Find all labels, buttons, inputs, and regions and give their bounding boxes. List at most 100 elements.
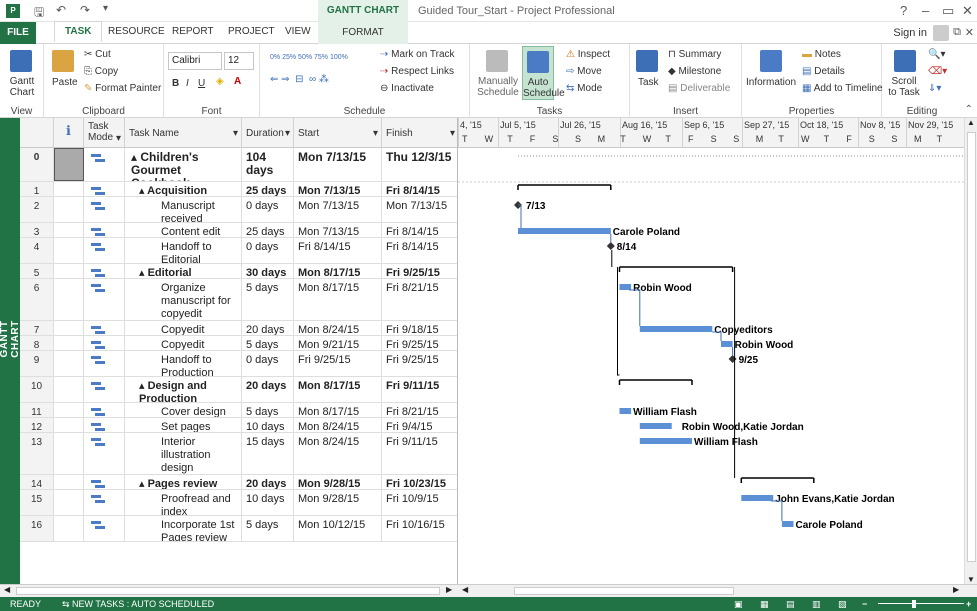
scroll-left-icon[interactable]: ◀ (462, 585, 468, 594)
gantt-view-shortcut-icon[interactable]: ▦ (760, 599, 769, 610)
indicator-cell[interactable] (54, 490, 84, 515)
format-painter-button[interactable]: ✎ Format Painter (84, 83, 161, 94)
insert-task-button[interactable]: Task (638, 77, 659, 88)
table-row[interactable]: 13 Interior illustration design 15 days Mon 8… (20, 433, 457, 475)
grid-horizontal-scrollbar[interactable]: ◀ ▶ (0, 584, 458, 597)
finish-cell[interactable]: Thu 12/3/15 (382, 148, 457, 181)
task-name-cell[interactable]: Manuscript received (125, 197, 242, 222)
indicator-cell[interactable] (54, 279, 84, 320)
gantt-chart-button[interactable]: Gantt Chart (4, 76, 40, 98)
tab-view[interactable]: VIEW (285, 26, 311, 37)
indicator-cell[interactable] (54, 197, 84, 222)
duration-cell[interactable]: 0 days (242, 197, 294, 222)
row-id[interactable]: 16 (20, 516, 54, 541)
duration-cell[interactable]: 20 days (242, 377, 294, 402)
table-row[interactable]: 7 Copyedit 20 days Mon 8/24/15 Fri 9/18/15 (20, 321, 457, 336)
new-tasks-mode[interactable]: ⇆ NEW TASKS : AUTO SCHEDULED (62, 599, 214, 610)
scroll-up-icon[interactable]: ▲ (967, 118, 975, 127)
paste-button[interactable]: Paste (52, 77, 78, 88)
task-mode-cell[interactable] (84, 336, 125, 350)
gantt-scroll-thumb[interactable] (514, 587, 734, 595)
row-id[interactable]: 11 (20, 403, 54, 417)
indicator-cell[interactable] (54, 351, 84, 376)
start-cell[interactable]: Mon 7/13/15 (294, 223, 382, 237)
font-size-combo[interactable]: 12 (224, 52, 254, 70)
scroll-right-icon[interactable]: ▶ (953, 585, 959, 594)
pct-25[interactable]: 25% (282, 54, 296, 61)
duration-cell[interactable]: 30 days (242, 264, 294, 278)
start-header[interactable]: Start ▾ (294, 118, 382, 148)
tab-resource[interactable]: RESOURCE (108, 26, 165, 37)
zoom-slider-thumb[interactable] (912, 600, 916, 608)
duration-cell[interactable]: 20 days (242, 321, 294, 335)
table-row[interactable]: 4 Handoff to Editorial 0 days Fri 8/14/15 Fri… (20, 238, 457, 264)
finish-cell[interactable]: Fri 8/14/15 (382, 238, 457, 263)
task-name-header[interactable]: Task Name ▾ (125, 118, 242, 148)
duration-cell[interactable]: 0 days (242, 351, 294, 376)
table-row[interactable]: 1 ▴ Acquisition 25 days Mon 7/13/15 Fri 8/14… (20, 182, 457, 197)
indicator-cell[interactable] (54, 377, 84, 402)
help-button[interactable]: ? (900, 3, 907, 18)
team-planner-shortcut-icon[interactable]: ▥ (812, 599, 821, 610)
task-mode-header[interactable]: Task Mode ▾ (84, 118, 125, 148)
task-mode-cell[interactable] (84, 321, 125, 335)
finish-cell[interactable]: Fri 8/14/15 (382, 223, 457, 237)
percent-complete-buttons[interactable]: 0% 25% 50% 75% 100% (270, 54, 348, 61)
indicator-cell[interactable] (54, 475, 84, 489)
auto-schedule-button[interactable]: Auto Schedule (522, 46, 565, 100)
task-mode-cell[interactable] (84, 516, 125, 541)
highlight-color-icon[interactable]: ◈ (216, 76, 224, 87)
duration-cell[interactable]: 20 days (242, 475, 294, 489)
task-name-cell[interactable]: Handoff to Editorial (125, 238, 242, 263)
table-row[interactable]: 14 ▴ Pages review 20 days Mon 9/28/15 Fri 10… (20, 475, 457, 490)
tab-project[interactable]: PROJECT (228, 26, 275, 37)
zoom-slider[interactable] (878, 603, 964, 604)
task-name-cell[interactable]: ▴ Pages review (125, 475, 242, 489)
indicator-cell[interactable] (54, 148, 84, 181)
table-row[interactable]: 11 Cover design 5 days Mon 8/17/15 Fri 8/21/… (20, 403, 457, 418)
row-id[interactable]: 8 (20, 336, 54, 350)
duration-cell[interactable]: 25 days (242, 182, 294, 196)
bold-button[interactable]: B (172, 78, 179, 89)
row-id[interactable]: 7 (20, 321, 54, 335)
task-name-cell[interactable]: Copyedit incorp (125, 336, 242, 350)
start-cell[interactable]: Mon 7/13/15 (294, 182, 382, 196)
start-cell[interactable]: Mon 7/13/15 (294, 197, 382, 222)
task-name-cell[interactable]: Cover design (125, 403, 242, 417)
duration-cell[interactable]: 5 days (242, 279, 294, 320)
copy-button[interactable]: ⎘ Copy (84, 66, 118, 77)
pct-75[interactable]: 75% (314, 54, 328, 61)
task-usage-shortcut-icon[interactable]: ▤ (786, 599, 795, 610)
table-row[interactable]: 0▴ Children's GourmetCookbook104 daysMon… (20, 148, 457, 182)
start-cell[interactable]: Mon 9/21/15 (294, 336, 382, 350)
indicator-cell[interactable] (54, 223, 84, 237)
finish-cell[interactable]: Fri 8/21/15 (382, 279, 457, 320)
task-mode-cell[interactable] (84, 433, 125, 474)
start-cell[interactable]: Mon 8/17/15 (294, 279, 382, 320)
row-id[interactable]: 9 (20, 351, 54, 376)
undo-icon[interactable]: ↶ (56, 3, 66, 17)
tab-format[interactable]: FORMAT (318, 22, 408, 44)
finish-header[interactable]: Finish ▾ (382, 118, 457, 148)
start-cell[interactable]: Mon 10/12/15 (294, 516, 382, 541)
scroll-left-icon[interactable]: ◀ (4, 585, 10, 594)
finish-cell[interactable]: Fri 9/25/15 (382, 264, 457, 278)
deliverable-button[interactable]: ▤ Deliverable (668, 83, 730, 94)
indicator-cell[interactable] (54, 516, 84, 541)
finish-cell[interactable]: Fri 8/21/15 (382, 403, 457, 417)
finish-cell[interactable]: Fri 10/9/15 (382, 490, 457, 515)
table-row[interactable]: 3 Content edit 25 days Mon 7/13/15 Fri 8/14/… (20, 223, 457, 238)
indicator-cell[interactable] (54, 264, 84, 278)
inactivate-button[interactable]: ⊖ Inactivate (380, 83, 434, 94)
task-mode-cell[interactable] (84, 351, 125, 376)
task-name-cell[interactable]: Handoff to Production (125, 351, 242, 376)
duration-cell[interactable]: 25 days (242, 223, 294, 237)
indicator-cell[interactable] (54, 433, 84, 474)
view-shortcut-icon[interactable]: ▣ (734, 599, 743, 610)
duration-cell[interactable]: 5 days (242, 336, 294, 350)
mark-on-track-button[interactable]: ⇢ Mark on Track (380, 49, 455, 60)
indicator-cell[interactable] (54, 403, 84, 417)
add-to-timeline-button[interactable]: ▦ Add to Timeline (802, 83, 883, 94)
cut-button[interactable]: ✂ Cut (84, 49, 111, 60)
indicator-cell[interactable] (54, 321, 84, 335)
